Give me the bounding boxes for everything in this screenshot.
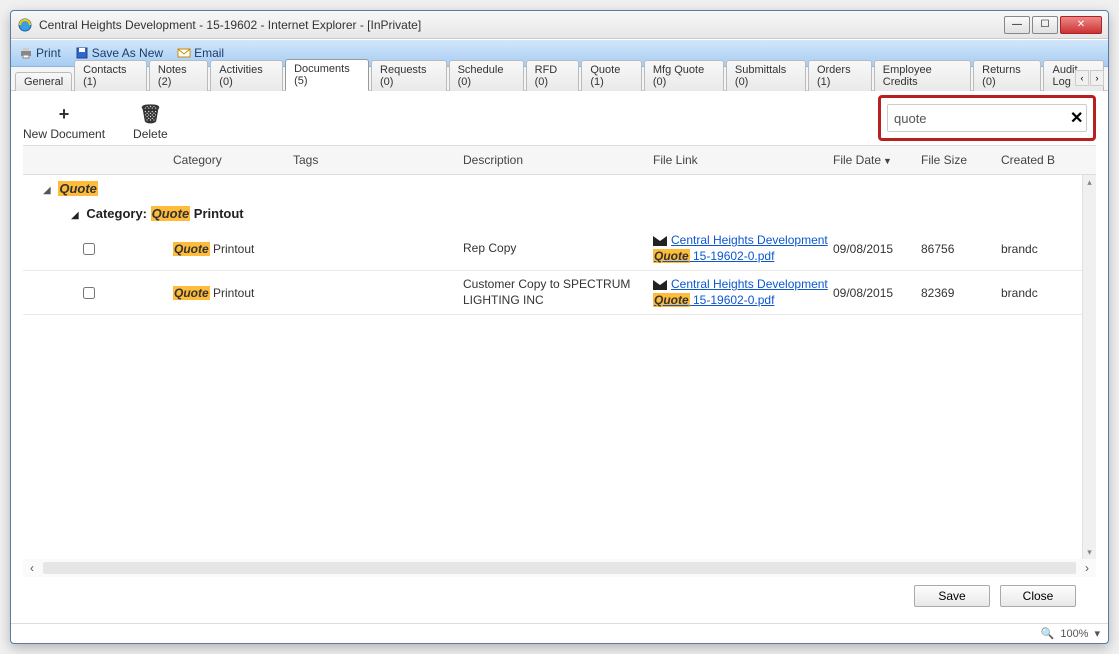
tab-notes[interactable]: Notes (2) xyxy=(149,60,208,91)
col-tags[interactable]: Tags xyxy=(293,153,463,167)
tabs-nav: ‹ › xyxy=(1075,70,1104,86)
cell-description: Customer Copy to SPECTRUM LIGHTING INC xyxy=(463,277,653,308)
minimize-button[interactable]: — xyxy=(1004,16,1030,34)
delete-button[interactable]: 🗑 Delete xyxy=(133,104,168,141)
group-category-quote-printout[interactable]: ◢ Category: Quote Printout xyxy=(23,200,1096,227)
group-quote[interactable]: ◢ Quote xyxy=(23,175,1096,200)
save-as-new-button[interactable]: Save As New xyxy=(75,46,163,60)
new-document-label: New Document xyxy=(23,127,105,141)
tab-mfg-quote[interactable]: Mfg Quote (0) xyxy=(644,60,724,91)
cell-category: Quote Printout xyxy=(173,242,293,256)
col-file-size[interactable]: File Size xyxy=(921,153,1001,167)
scroll-up-icon[interactable]: ▴ xyxy=(1083,175,1096,189)
tabs-row: General Contacts (1) Notes (2) Activitie… xyxy=(11,67,1108,91)
tabs-prev-icon[interactable]: ‹ xyxy=(1075,70,1089,86)
print-button[interactable]: Print xyxy=(19,46,61,60)
new-document-button[interactable]: + New Document xyxy=(23,104,105,141)
file-link-2[interactable]: Quote 15-19602-0.pdf xyxy=(653,249,774,263)
mail-icon xyxy=(653,280,667,290)
mail-icon xyxy=(653,236,667,246)
group-quote-label: Quote xyxy=(58,181,98,196)
search-box: ✕ xyxy=(887,104,1087,132)
titlebar: Central Heights Development - 15-19602 -… xyxy=(11,11,1108,39)
print-label: Print xyxy=(36,46,61,60)
scroll-right-icon[interactable]: › xyxy=(1078,561,1096,575)
tab-contacts[interactable]: Contacts (1) xyxy=(74,60,147,91)
row-checkbox[interactable] xyxy=(83,287,95,299)
tab-submittals[interactable]: Submittals (0) xyxy=(726,60,806,91)
tab-employee-credits[interactable]: Employee Credits xyxy=(874,60,971,91)
col-file-link[interactable]: File Link xyxy=(653,153,833,167)
grid-header: Category Tags Description File Link File… xyxy=(23,145,1096,175)
search-highlight-frame: ✕ xyxy=(878,95,1096,141)
cell-file-date: 09/08/2015 xyxy=(833,286,921,300)
vertical-scrollbar[interactable]: ▴ ▾ xyxy=(1082,175,1096,559)
footer: Save Close xyxy=(23,577,1096,615)
app-window: Central Heights Development - 15-19602 -… xyxy=(10,10,1109,644)
file-link[interactable]: Central Heights Development xyxy=(671,233,828,247)
cell-category: Quote Printout xyxy=(173,286,293,300)
file-link-2[interactable]: Quote 15-19602-0.pdf xyxy=(653,293,774,307)
cell-file-link: Central Heights Development Quote 15-196… xyxy=(653,233,833,264)
tab-activities[interactable]: Activities (0) xyxy=(210,60,283,91)
collapse-icon[interactable]: ◢ xyxy=(43,185,51,196)
close-window-button[interactable]: ✕ xyxy=(1060,16,1102,34)
close-button[interactable]: Close xyxy=(1000,585,1076,607)
tab-documents[interactable]: Documents (5) xyxy=(285,59,369,91)
cell-file-size: 82369 xyxy=(921,286,1001,300)
scroll-down-icon[interactable]: ▾ xyxy=(1083,545,1096,559)
col-category[interactable]: Category xyxy=(173,153,293,167)
tab-orders[interactable]: Orders (1) xyxy=(808,60,872,91)
content-area: + New Document 🗑 Delete ✕ Category Tags … xyxy=(11,91,1108,623)
col-created-by[interactable]: Created B xyxy=(1001,153,1096,167)
group-hl: Quote xyxy=(151,206,191,221)
tabs-next-icon[interactable]: › xyxy=(1090,70,1104,86)
tab-general[interactable]: General xyxy=(15,72,72,91)
window-title: Central Heights Development - 15-19602 -… xyxy=(39,18,1004,32)
zoom-level[interactable]: 100% xyxy=(1060,628,1088,640)
email-button[interactable]: Email xyxy=(177,46,224,60)
tab-rfd[interactable]: RFD (0) xyxy=(526,60,580,91)
table-row[interactable]: Quote Printout Rep Copy Central Heights … xyxy=(23,227,1096,271)
print-icon xyxy=(19,46,33,60)
col-description[interactable]: Description xyxy=(463,153,653,167)
group-suffix: Printout xyxy=(190,206,243,221)
tab-schedule[interactable]: Schedule (0) xyxy=(449,60,524,91)
cell-file-size: 86756 xyxy=(921,242,1001,256)
status-bar: 🔍 100% ▾ xyxy=(11,623,1108,643)
tab-returns[interactable]: Returns (0) xyxy=(973,60,1041,91)
zoom-dropdown-icon[interactable]: ▾ xyxy=(1094,627,1100,640)
tab-quote[interactable]: Quote (1) xyxy=(581,60,641,91)
cell-file-date: 09/08/2015 xyxy=(833,242,921,256)
file-link[interactable]: Central Heights Development xyxy=(671,277,828,291)
collapse-icon[interactable]: ◢ xyxy=(71,210,79,221)
ie-icon xyxy=(17,17,33,33)
grid-body: ◢ Quote ◢ Category: Quote Printout Quote… xyxy=(23,175,1096,559)
maximize-button[interactable]: ☐ xyxy=(1032,16,1058,34)
email-icon xyxy=(177,46,191,60)
delete-label: Delete xyxy=(133,127,168,141)
sort-desc-icon: ▼ xyxy=(883,156,892,166)
horizontal-scrollbar[interactable]: ‹ › xyxy=(23,559,1096,577)
search-input[interactable] xyxy=(894,111,1070,126)
cell-description: Rep Copy xyxy=(463,241,653,257)
email-label: Email xyxy=(194,46,224,60)
tab-requests[interactable]: Requests (0) xyxy=(371,60,447,91)
scroll-left-icon[interactable]: ‹ xyxy=(23,561,41,575)
zoom-icon[interactable]: 🔍 xyxy=(1041,627,1055,640)
table-row[interactable]: Quote Printout Customer Copy to SPECTRUM… xyxy=(23,271,1096,315)
row-checkbox[interactable] xyxy=(83,243,95,255)
scroll-track[interactable] xyxy=(43,562,1076,574)
cell-file-link: Central Heights Development Quote 15-196… xyxy=(653,277,833,308)
clear-search-icon[interactable]: ✕ xyxy=(1070,108,1083,128)
trash-icon: 🗑 xyxy=(139,104,162,125)
save-icon xyxy=(75,46,89,60)
group-prefix: Category: xyxy=(86,206,150,221)
window-controls: — ☐ ✕ xyxy=(1004,16,1102,34)
save-button[interactable]: Save xyxy=(914,585,990,607)
col-file-date[interactable]: File Date▼ xyxy=(833,153,921,167)
action-row: + New Document 🗑 Delete ✕ xyxy=(23,99,1096,145)
save-as-new-label: Save As New xyxy=(92,46,163,60)
plus-icon: + xyxy=(59,104,70,125)
